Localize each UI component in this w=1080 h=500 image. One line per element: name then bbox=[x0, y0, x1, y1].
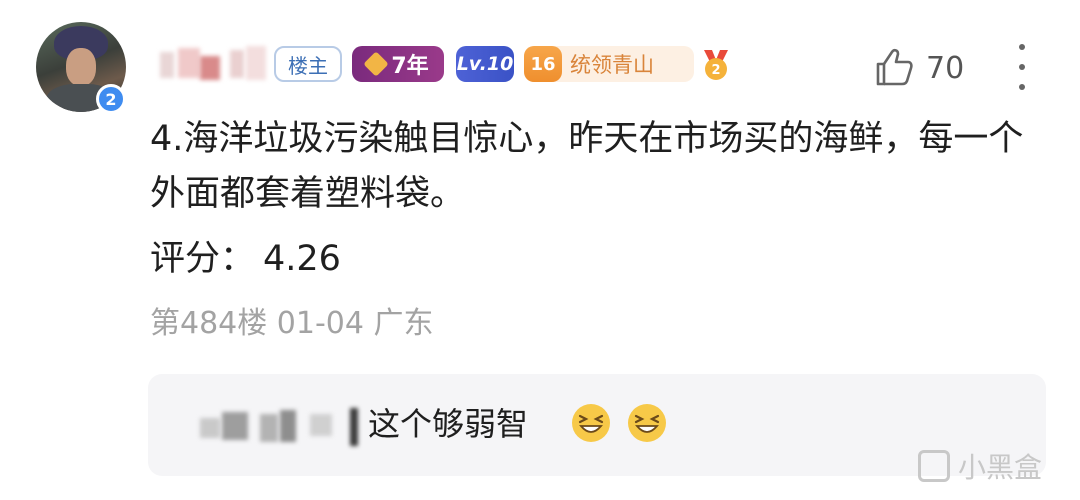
more-vertical-icon[interactable] bbox=[1012, 44, 1032, 90]
rank-tag: 16 统领青山 bbox=[524, 46, 694, 82]
score-value: 4.26 bbox=[263, 239, 341, 279]
rank-title: 统领青山 bbox=[570, 53, 654, 77]
score-line: 评分： 4.26 bbox=[150, 232, 341, 287]
medal-icon: 2 bbox=[698, 46, 734, 82]
level-tag: Lv.10 bbox=[456, 46, 514, 82]
thumbs-up-icon bbox=[876, 48, 913, 86]
host-tag: 楼主 bbox=[274, 46, 342, 82]
laughing-emoji-icon bbox=[572, 404, 610, 442]
avatar-level-badge: 2 bbox=[96, 84, 126, 114]
reply-text: 这个够弱智 bbox=[368, 405, 529, 443]
like-button[interactable]: 70 bbox=[872, 46, 964, 90]
watermark-text: 小黑盒 bbox=[958, 451, 1043, 484]
comment-content: 4.海洋垃圾污染触目惊心，昨天在市场买的海鲜，每一个外面都套着塑料袋。 bbox=[150, 119, 1024, 214]
watermark: 小黑盒 bbox=[918, 446, 1042, 486]
username-blurred[interactable] bbox=[160, 46, 270, 82]
like-count: 70 bbox=[926, 50, 965, 86]
comment-meta: 第484楼 01-04 广东 bbox=[150, 306, 434, 341]
medal-number: 2 bbox=[711, 63, 720, 78]
score-label: 评分： bbox=[150, 239, 256, 279]
laughing-emoji-icon bbox=[628, 404, 666, 442]
rank-number: 16 bbox=[524, 46, 562, 82]
watermark-logo-icon bbox=[918, 450, 950, 482]
avatar-face bbox=[66, 48, 96, 86]
gem-icon bbox=[363, 51, 390, 77]
years-label: 7年 bbox=[391, 54, 429, 79]
reply-username-blurred[interactable] bbox=[200, 406, 370, 446]
years-tag: 7年 bbox=[352, 46, 444, 82]
